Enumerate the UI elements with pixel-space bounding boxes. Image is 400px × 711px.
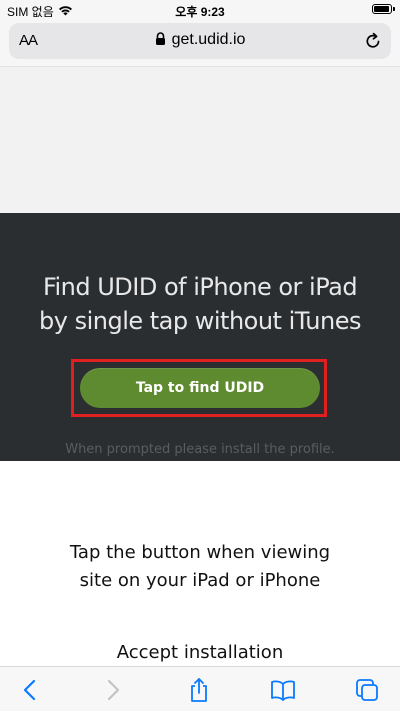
address-bar-area: AA get.udid.io [0, 20, 400, 67]
lock-icon [155, 32, 166, 50]
forward-icon[interactable] [100, 677, 126, 703]
status-bar: SIM 없음 오후 9:23 [0, 0, 400, 20]
battery-icon [372, 4, 395, 14]
url-text: get.udid.io [171, 31, 246, 48]
banner-placeholder [0, 67, 400, 213]
url-display[interactable]: get.udid.io [9, 31, 391, 50]
hero-title-line2: by single tap without iTunes [39, 307, 361, 335]
safari-screen: SIM 없음 오후 9:23 AA get.udid.io Find UDID … [0, 0, 400, 711]
step1-line2: site on your iPad or iPhone [79, 570, 321, 591]
hero-section: Find UDID of iPhone or iPad by single ta… [0, 213, 400, 461]
step1-text: Tap the button when viewing site on your… [0, 539, 400, 595]
find-udid-button[interactable]: Tap to find UDID [80, 368, 320, 408]
tabs-icon[interactable] [354, 677, 380, 703]
step2-line1: Accept installation [116, 642, 284, 663]
status-time: 오후 9:23 [175, 5, 225, 19]
step2-text: Accept installation [0, 639, 400, 667]
share-icon[interactable] [186, 677, 212, 703]
step1-line1: Tap the button when viewing [69, 542, 331, 563]
hero-title-line1: Find UDID of iPhone or iPad [42, 273, 358, 301]
bottom-toolbar [0, 666, 400, 711]
address-bar[interactable]: AA get.udid.io [9, 23, 391, 59]
bookmarks-icon[interactable] [270, 677, 296, 703]
hero-title: Find UDID of iPhone or iPad by single ta… [0, 270, 400, 338]
reload-icon[interactable] [363, 31, 383, 51]
install-hint: When prompted please install the profile… [65, 442, 335, 457]
back-icon[interactable] [17, 677, 43, 703]
